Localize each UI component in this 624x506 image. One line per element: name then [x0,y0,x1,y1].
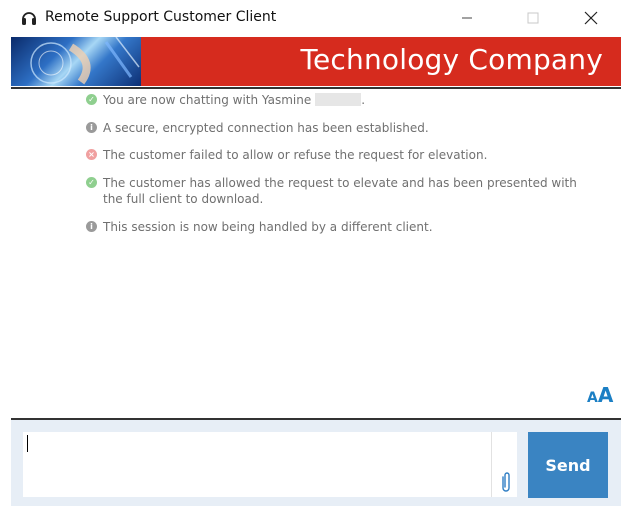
title-bar: Remote Support Customer Client [0,0,624,36]
system-message: i This session is now being handled by a… [86,219,433,235]
paperclip-icon [502,472,510,492]
font-size-button[interactable]: AA [587,383,613,407]
banner-title: Technology Company [300,43,603,76]
message-text: You are now chatting with Yasmine [103,93,312,107]
minimize-button[interactable] [444,0,490,36]
info-circle-icon: i [86,221,97,232]
banner-divider [11,87,621,89]
maximize-icon [527,12,539,24]
message-text: A secure, encrypted connection has been … [103,121,429,135]
system-message: ✓ The customer has allowed the request t… [86,175,586,207]
attach-button[interactable] [498,470,514,494]
message-text: The customer failed to allow or refuse t… [103,148,488,162]
font-size-large-label: A [597,383,614,407]
redacted-name [315,93,362,106]
close-icon [584,11,598,25]
system-message: ✓ You are now chatting with Yasmine. [86,92,365,108]
info-circle-icon: i [86,122,97,133]
chat-input[interactable] [23,432,517,497]
check-circle-icon: ✓ [86,94,97,105]
system-message: × The customer failed to allow or refuse… [86,147,487,163]
system-message: i A secure, encrypted connection has bee… [86,120,429,136]
company-banner: Technology Company [11,37,621,86]
support-client-window: Remote Support Customer Client Technolog… [0,0,624,506]
message-text: The customer has allowed the request to … [103,176,577,206]
window-title: Remote Support Customer Client [45,9,277,25]
attach-divider [491,432,492,497]
headset-icon [22,12,36,25]
send-button[interactable]: Send [528,432,608,498]
check-circle-icon: ✓ [86,177,97,188]
font-size-small-label: A [587,390,598,406]
minimize-icon [462,17,472,19]
banner-graphic [30,37,140,85]
error-circle-icon: × [86,149,97,160]
close-button[interactable] [568,0,614,36]
text-cursor [27,435,28,452]
banner-image [11,37,141,86]
maximize-button[interactable] [510,0,556,36]
message-suffix: . [361,93,366,107]
message-text: This session is now being handled by a d… [103,220,433,234]
